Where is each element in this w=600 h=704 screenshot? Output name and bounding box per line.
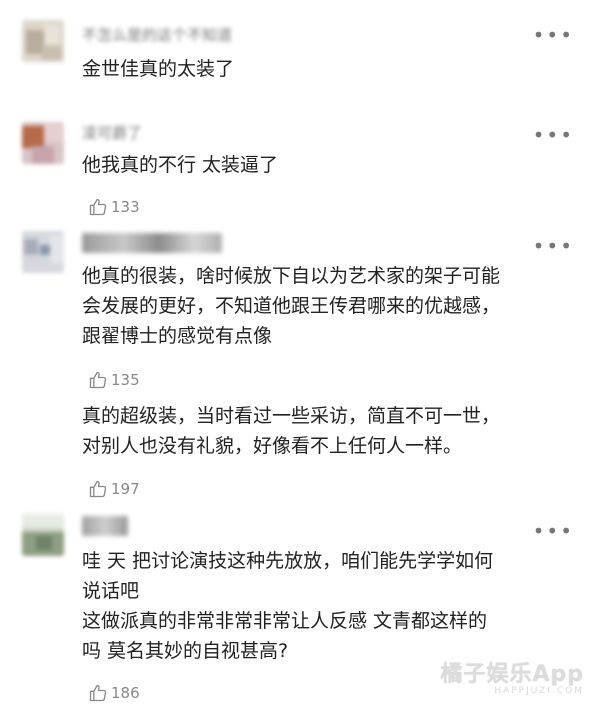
more-dots-icon[interactable]: ••• — [533, 125, 574, 145]
comment-line: 他我真的不行 太装逼了 — [82, 154, 279, 176]
comment-line: 会发展的更好，不知道他跟王传君哪来的优越感， — [82, 295, 501, 317]
like-button[interactable]: 197 — [88, 478, 140, 500]
like-count: 135 — [111, 371, 140, 389]
like-count: 133 — [111, 198, 140, 216]
more-dots-icon[interactable]: ••• — [533, 236, 574, 256]
comment-line: 他真的很装，啥时候放下自以为艺术家的架子可能 — [82, 265, 501, 287]
comment-text: 金世佳真的太装了 — [82, 54, 582, 84]
author-name[interactable] — [82, 233, 222, 253]
comment-line: 跟翟博士的感觉有点像 — [82, 325, 273, 347]
reply-text: 真的超级装，当时看过一些采访，简直不可一世， 对别人也没有礼貌，好像看不上任何人… — [82, 401, 582, 461]
like-count: 186 — [111, 684, 140, 702]
avatar[interactable] — [22, 122, 64, 164]
comment-3: ••• 他真的很装，啥时候放下自以为艺术家的架子可能 会发展的更好，不知道他跟王… — [0, 225, 600, 510]
like-button[interactable]: 133 — [88, 196, 140, 218]
like-count: 197 — [111, 480, 140, 498]
comment-text: 哇 天 把讨论演技这种先放放，咱们能先学学如何 说话吧 这做派真的非常非常非常让… — [82, 546, 582, 666]
comment-line: 说话吧 — [82, 580, 140, 602]
comment-2: 凌可爵了 ••• 他我真的不行 太装逼了 133 — [0, 100, 600, 225]
like-button[interactable]: 186 — [88, 682, 140, 704]
comment-text: 他我真的不行 太装逼了 — [82, 150, 582, 180]
comment-1: 不怎么是的这个不知道 ••• 金世佳真的太装了 — [0, 0, 600, 100]
comment-line: 哇 天 把讨论演技这种先放放，咱们能先学学如何 — [82, 550, 494, 572]
avatar[interactable] — [22, 514, 64, 556]
watermark: 橘子娱乐App HAPPJUZI.COM — [440, 656, 584, 696]
more-dots-icon[interactable]: ••• — [533, 25, 574, 45]
avatar[interactable] — [22, 20, 64, 62]
author-name[interactable]: 不怎么是的这个不知道 — [82, 24, 232, 45]
watermark-main: 橘子娱乐App — [440, 662, 584, 687]
avatar[interactable] — [22, 231, 64, 273]
thumbs-up-icon — [89, 371, 107, 389]
like-button[interactable]: 135 — [88, 369, 140, 391]
comment-line: 金世佳真的太装了 — [82, 58, 235, 80]
thumbs-up-icon — [89, 198, 107, 216]
thumbs-up-icon — [89, 684, 107, 702]
author-name[interactable]: 凌可爵了 — [82, 122, 142, 143]
author-name[interactable] — [82, 516, 128, 536]
more-dots-icon[interactable]: ••• — [533, 521, 574, 541]
comment-line: 这做派真的非常非常非常让人反感 文青都这样的 — [82, 610, 488, 632]
thumbs-up-icon — [89, 480, 107, 498]
comment-line: 真的超级装，当时看过一些采访，简直不可一世， — [82, 405, 501, 427]
comment-line: 对别人也没有礼貌，好像看不上任何人一样。 — [82, 435, 463, 457]
comment-text: 他真的很装，啥时候放下自以为艺术家的架子可能 会发展的更好，不知道他跟王传君哪来… — [82, 261, 582, 351]
